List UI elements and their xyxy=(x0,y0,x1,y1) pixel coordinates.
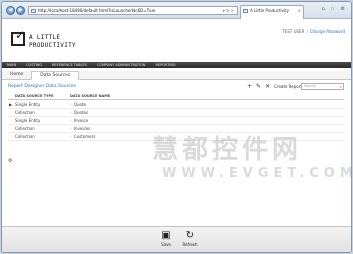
menu-item-main[interactable]: MAIN xyxy=(2,62,21,68)
edit-icon[interactable]: ✎ xyxy=(256,83,261,90)
logo-check-icon: ✓ xyxy=(15,28,26,42)
forward-button[interactable]: ▶ xyxy=(16,6,25,15)
row-name: Quote xyxy=(70,102,86,107)
browser-window: ◀ ▶ http://localhost:18490/default.html?… xyxy=(1,1,352,253)
tab-home[interactable]: Home xyxy=(2,71,31,79)
save-icon: ▣ xyxy=(161,230,171,241)
grid-settings-icon[interactable]: ⚙ xyxy=(8,158,12,164)
row-name: Invoice xyxy=(70,118,88,123)
search-input[interactable]: Search ⌕ xyxy=(301,83,344,90)
address-bar[interactable]: http://localhost:18490/default.html?isLa… xyxy=(28,6,238,15)
main-menu-bar: MAIN COSTING REFERENCE TABLES COMPANY AD… xyxy=(2,62,351,68)
tab-page-icon xyxy=(243,9,248,13)
tab-close-icon[interactable]: × xyxy=(298,6,301,16)
table-row[interactable]: ▶ Single Entity Quote xyxy=(8,101,344,109)
address-tools-icons[interactable]: ▾ ↻ × xyxy=(223,7,234,14)
watermark-cn: 慧都控件网 xyxy=(152,135,303,165)
table-row[interactable]: Single Entity Invoice xyxy=(8,117,344,125)
menu-item-company-administration[interactable]: COMPANY ADMINISTRATION xyxy=(92,62,150,68)
grid-header: DATA SOURCE TYPE DATA SOURCE NAME xyxy=(8,94,344,100)
row-type: Single Entity xyxy=(15,118,41,123)
search-placeholder: Search xyxy=(304,84,317,88)
refresh-label: Refresh xyxy=(182,242,198,247)
browser-tab[interactable]: A Little Productivity × xyxy=(240,5,304,19)
row-name: Customers xyxy=(70,134,96,139)
watermark: 慧都控件网 WWW.EVGET.COM xyxy=(152,129,352,181)
create-report-button[interactable]: Create Report xyxy=(274,83,302,90)
logo-line-2: PRODUCTIVITY xyxy=(29,42,76,49)
browser-tools-icons[interactable]: ⌂ ☆ ⚙ xyxy=(322,6,347,12)
search-icon[interactable]: ⌕ xyxy=(340,84,342,89)
user-links: TEST USER | Change Password xyxy=(282,29,345,34)
row-type: Collection xyxy=(15,126,35,131)
menu-item-reference-tables[interactable]: REFERENCE TABLES xyxy=(47,62,92,68)
row-selected-arrow-icon: ▶ xyxy=(9,102,13,107)
page-tabs: Home Data Sources xyxy=(2,71,351,80)
menu-item-costing[interactable]: COSTING xyxy=(21,62,47,68)
table-row[interactable]: Collection Quotes xyxy=(8,109,344,117)
delete-icon[interactable]: ✕ xyxy=(265,83,270,90)
row-type: Collection xyxy=(15,134,35,139)
logo-text: A LITTLE PRODUCTIVITY xyxy=(29,34,76,50)
browser-tab-title: A Little Productivity xyxy=(250,8,290,13)
page-icon xyxy=(31,9,36,13)
row-name: Quotes xyxy=(70,110,88,115)
change-password-link[interactable]: Change Password xyxy=(310,29,345,34)
refresh-button[interactable]: ↻ Refresh xyxy=(179,230,201,248)
panel-actions: + ✎ ✕ Create Report xyxy=(247,83,302,90)
back-button[interactable]: ◀ xyxy=(6,6,15,15)
save-label: Save xyxy=(161,242,171,247)
watermark-en: WWW.EVGET.COM xyxy=(162,166,352,181)
refresh-icon: ↻ xyxy=(185,230,195,241)
save-button[interactable]: ▣ Save xyxy=(155,230,177,248)
app-page: ✓ A LITTLE PRODUCTIVITY TEST USER | Change… xyxy=(2,19,352,252)
address-text: http://localhost:18490/default.html?isLa… xyxy=(38,8,156,13)
user-name: TEST USER xyxy=(282,29,305,34)
add-icon[interactable]: + xyxy=(247,83,252,90)
column-header-data-source-name[interactable]: DATA SOURCE NAME xyxy=(70,94,110,98)
browser-chrome: ◀ ▶ http://localhost:18490/default.html?… xyxy=(2,2,351,19)
bottom-toolbar: ▣ Save ↻ Refresh xyxy=(2,226,351,252)
tab-data-sources[interactable]: Data Sources xyxy=(31,71,80,80)
row-name: Invoices xyxy=(70,126,90,131)
row-type: Collection xyxy=(15,110,35,115)
column-header-data-source-type[interactable]: DATA SOURCE TYPE xyxy=(15,94,53,98)
panel-title: Report Designer Data Sources xyxy=(8,84,76,89)
menu-item-reporting[interactable]: REPORTING xyxy=(150,62,180,68)
logo-line-1: A LITTLE xyxy=(29,34,61,41)
row-type: Single Entity xyxy=(15,102,41,107)
